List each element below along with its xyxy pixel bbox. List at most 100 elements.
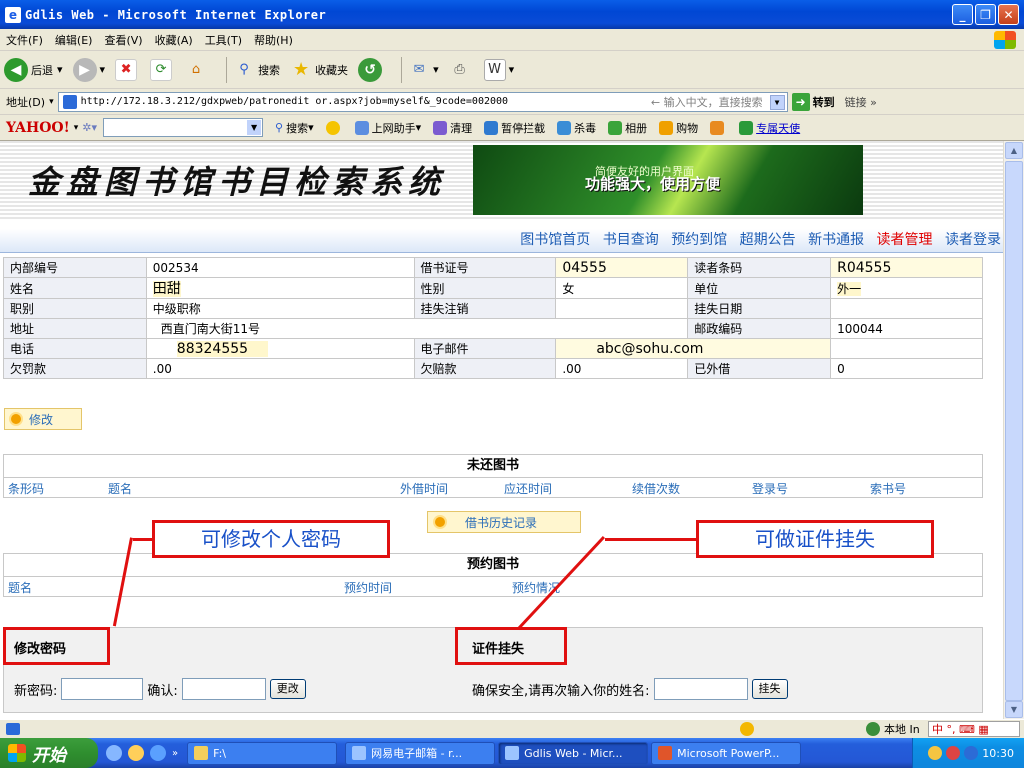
- go-button[interactable]: ➜ 转到: [791, 92, 835, 111]
- globe-icon: [866, 722, 880, 736]
- stop-icon: ✖: [115, 58, 138, 81]
- close-button[interactable]: ✕: [998, 4, 1019, 25]
- loss-callout: 可做证件挂失: [696, 520, 934, 558]
- maximize-button[interactable]: ❐: [975, 4, 996, 25]
- windows-flag-icon: [8, 744, 26, 762]
- scroll-thumb[interactable]: [1005, 161, 1023, 701]
- calculator-icon[interactable]: [710, 120, 727, 135]
- browser-toolbar: ◀ 后退 ▾ ▶ ▾ ✖ ⟳ ⌂ ⚲ 搜索 ★ 收藏夹 ↺ ✉ ▾ ⎙ W ▾: [0, 51, 1024, 89]
- loss-callout-line: [605, 538, 697, 541]
- menu-edit[interactable]: 编辑(E): [49, 32, 99, 48]
- taskbar: 开始 » F:\ 网易电子邮箱 - r... Gdlis Web - Micr.…: [0, 738, 1024, 768]
- nav-patron-login[interactable]: 读者登录: [945, 232, 1001, 248]
- refresh-button[interactable]: ⟳: [150, 58, 175, 81]
- search-icon: ⚲: [275, 121, 284, 134]
- ime-toolbar[interactable]: 中 °, ⌨ ▦: [928, 721, 1020, 737]
- browser-icon[interactable]: [150, 745, 166, 761]
- tray-icon[interactable]: [964, 746, 979, 760]
- media-icon[interactable]: [128, 745, 144, 761]
- ie-icon: [505, 746, 520, 760]
- modify-icon: [9, 412, 23, 426]
- menu-file[interactable]: 文件(F): [0, 32, 49, 48]
- warning-icon[interactable]: [740, 722, 754, 736]
- task-folder[interactable]: F:\: [187, 741, 338, 765]
- menu-help[interactable]: 帮助(H): [248, 32, 299, 48]
- stop-button[interactable]: ✖: [115, 58, 140, 81]
- refresh-icon: ⟳: [150, 58, 173, 81]
- yahoo-popup-block[interactable]: 暂停拦截: [484, 120, 545, 136]
- history-button[interactable]: ↺: [358, 57, 385, 82]
- task-powerpoint[interactable]: Microsoft PowerP...: [651, 741, 802, 765]
- nav-new-books[interactable]: 新书通报: [808, 232, 864, 248]
- forward-arrow-icon: ▶: [72, 57, 97, 82]
- modify-button[interactable]: 修改: [4, 408, 82, 430]
- print-button[interactable]: ⎙: [449, 59, 474, 81]
- quick-launch: »: [106, 745, 184, 761]
- ie-icon[interactable]: [106, 745, 122, 761]
- back-button[interactable]: ◀ 后退 ▾: [4, 57, 63, 82]
- site-title: 金盘图书馆书目检索系统: [28, 163, 447, 201]
- yahoo-album[interactable]: 相册: [608, 120, 647, 136]
- yahoo-search-input[interactable]: ▼: [103, 118, 264, 137]
- patron-info-table: 内部编号 002534 借书证号 04555 读者条码 R04555 姓名 田甜…: [3, 257, 983, 379]
- links-button[interactable]: 链接 »: [845, 94, 877, 110]
- home-button[interactable]: ⌂: [185, 59, 210, 81]
- tray-icon[interactable]: [928, 746, 943, 760]
- nav-overdue[interactable]: 超期公告: [740, 232, 796, 248]
- yahoo-clean[interactable]: 清理: [433, 120, 472, 136]
- change-password-button[interactable]: 更改: [269, 679, 306, 699]
- site-header: 金盘图书馆书目检索系统 简便友好的用户界面 功能强大，使用方便: [0, 141, 1003, 221]
- start-button[interactable]: 开始: [0, 738, 98, 768]
- print-icon: ⎙: [454, 62, 465, 77]
- quick-launch-more[interactable]: »: [172, 748, 178, 759]
- table-row: 欠罚款 .00 欠赔款 .00 已外借 0: [3, 358, 983, 379]
- password-callout: 可修改个人密码: [152, 520, 390, 558]
- yahoo-assistant[interactable]: 上网助手 ▾: [354, 120, 421, 136]
- confirm-password-input[interactable]: [181, 678, 266, 700]
- favorites-button[interactable]: ★ 收藏夹: [290, 59, 348, 81]
- scroll-down-arrow[interactable]: ▼: [1005, 701, 1023, 718]
- loss-name-input[interactable]: [653, 678, 748, 700]
- ie-icon: [352, 746, 367, 760]
- search-button[interactable]: ⚲ 搜索: [233, 59, 280, 81]
- tray-icon[interactable]: [946, 746, 961, 760]
- address-url: http://172.18.3.212/gdxpweb/patronedit o…: [80, 96, 509, 107]
- menu-favorites[interactable]: 收藏(A): [149, 32, 199, 48]
- table-row: 内部编号 002534 借书证号 04555 读者条码 R04555: [3, 257, 983, 278]
- task-mail[interactable]: 网易电子邮箱 - r...: [345, 741, 496, 765]
- star-icon: ★: [292, 59, 310, 80]
- new-password-input[interactable]: [61, 678, 144, 700]
- yahoo-logo[interactable]: YAHOO!: [0, 120, 70, 136]
- menu-view[interactable]: 查看(V): [98, 32, 148, 48]
- security-zone[interactable]: 本地 In: [866, 721, 920, 737]
- go-arrow-icon: ➜: [791, 92, 810, 111]
- edit-button[interactable]: W ▾: [483, 58, 514, 81]
- window-titlebar[interactable]: e Gdlis Web - Microsoft Internet Explore…: [0, 0, 1024, 29]
- report-loss-button[interactable]: 挂失: [751, 679, 788, 699]
- scroll-up-arrow[interactable]: ▲: [1005, 142, 1023, 159]
- nav-catalog-search[interactable]: 书目查询: [603, 232, 659, 248]
- menu-tools[interactable]: 工具(T): [199, 32, 248, 48]
- yahoo-search-button[interactable]: ⚲ 搜索 ▾: [275, 120, 314, 136]
- forward-button[interactable]: ▶ ▾: [72, 57, 105, 82]
- nav-patron-management[interactable]: 读者管理: [877, 232, 933, 248]
- yahoo-antivirus[interactable]: 杀毒: [557, 120, 596, 136]
- page-scrollbar[interactable]: ▲ ▼: [1003, 141, 1024, 719]
- nav-home[interactable]: 图书馆首页: [520, 232, 590, 248]
- borrow-history-button[interactable]: 借书历史记录: [427, 511, 581, 533]
- yahoo-toolbar: YAHOO! ▾ ✲▾ ▼ ⚲ 搜索 ▾ 上网助手 ▾ 清理 暂停拦截 杀毒 相册 购…: [0, 115, 1024, 141]
- task-gdlis[interactable]: Gdlis Web - Micr...: [498, 741, 649, 765]
- gear-icon[interactable]: ✲▾: [82, 121, 97, 134]
- yahoo-shopping[interactable]: 购物: [659, 120, 698, 136]
- smiley-icon[interactable]: [325, 120, 343, 135]
- mail-button[interactable]: ✉ ▾: [408, 59, 439, 81]
- new-password-label: 新密码:: [14, 683, 58, 699]
- address-dropdown[interactable]: ▼: [769, 94, 785, 110]
- clock[interactable]: 10:30: [982, 747, 1014, 760]
- nav-reservation[interactable]: 预约到馆: [671, 232, 727, 248]
- minimize-button[interactable]: _: [952, 4, 973, 25]
- system-tray: 10:30: [912, 738, 1024, 768]
- yahoo-angel-link[interactable]: 专属天使: [739, 120, 800, 136]
- back-arrow-icon: ◀: [4, 57, 28, 82]
- address-input[interactable]: http://172.18.3.212/gdxpweb/patronedit o…: [57, 91, 788, 112]
